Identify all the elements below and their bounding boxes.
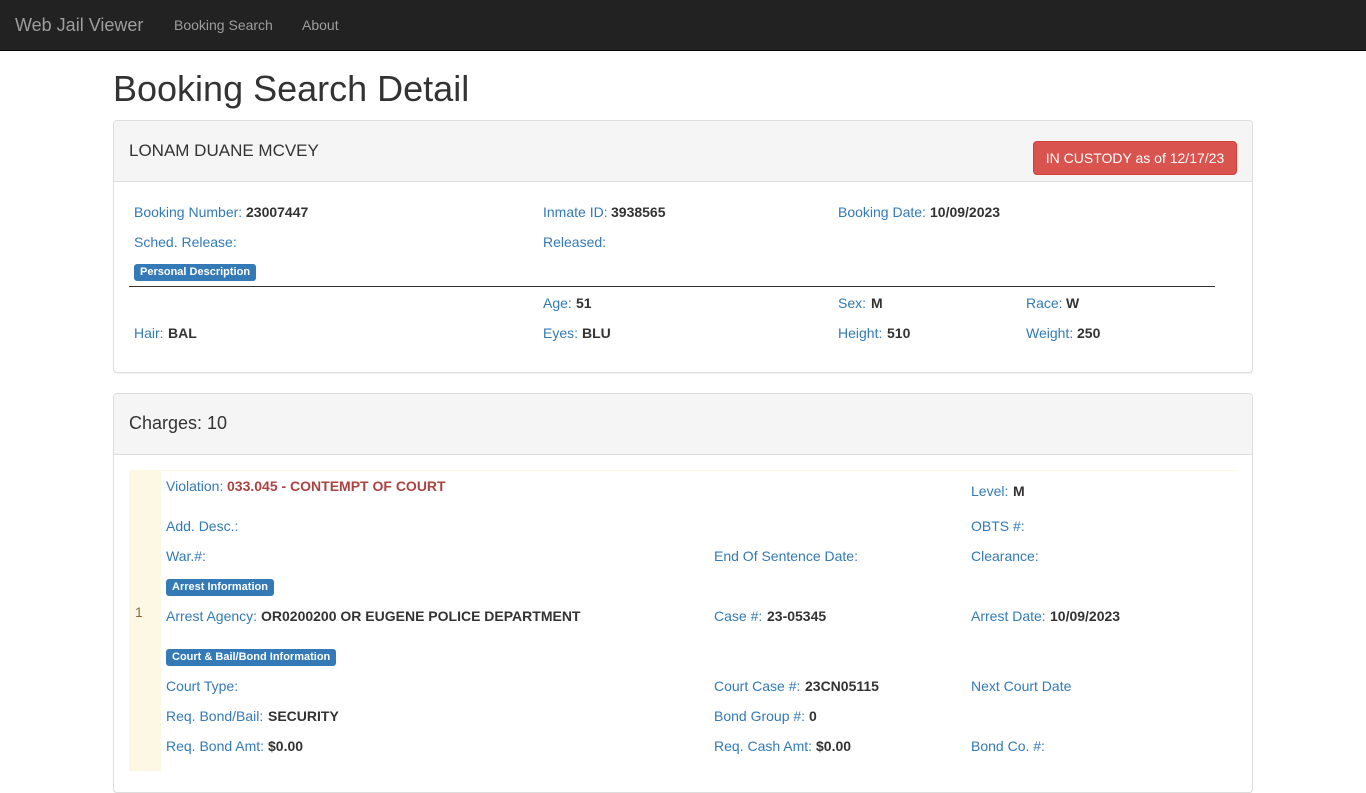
add-desc-label: Add. Desc.: (166, 518, 239, 534)
bond-co-label: Bond Co. #: (971, 738, 1045, 754)
court-bail-bond-badge: Court & Bail/Bond Information (166, 649, 337, 666)
court-case-label: Court Case #: (714, 678, 801, 694)
sched-release-label: Sched. Release: (134, 234, 237, 250)
sex-label: Sex: (838, 295, 867, 311)
inmate-id-label: Inmate ID: (543, 204, 608, 220)
end-of-sentence-label: End Of Sentence Date: (714, 548, 858, 564)
custody-status-button[interactable]: IN CUSTODY as of 12/17/23 (1033, 141, 1237, 175)
booking-date-value: 10/09/2023 (930, 204, 1001, 220)
navbar: Web Jail Viewer Booking Search About (0, 0, 1366, 51)
inmate-panel-heading: LONAM DUANE MCVEY IN CUSTODY as of 12/17… (114, 121, 1252, 182)
court-type-label: Court Type: (166, 678, 239, 694)
eyes-value: BLU (582, 325, 611, 341)
weight-value: 250 (1077, 325, 1101, 341)
charges-panel-heading: Charges: 10 (114, 394, 1252, 455)
req-cash-amt-label: Req. Cash Amt: (714, 738, 813, 754)
violation-value: 033.045 - CONTEMPT OF COURT (227, 478, 446, 494)
race-label: Race: (1026, 295, 1063, 311)
charges-count: Charges: 10 (129, 413, 228, 433)
race-value: W (1066, 295, 1080, 311)
nav-about[interactable]: About (302, 16, 339, 34)
charge-number: 1 (135, 604, 143, 620)
req-bond-bail-label: Req. Bond/Bail: (166, 708, 264, 724)
bond-group-label: Bond Group #: (714, 708, 806, 724)
charge-row: 1 Violation: 033.045 - CONTEMPT OF COURT… (129, 470, 1237, 771)
hair-label: Hair: (134, 325, 164, 341)
sex-value: M (871, 295, 883, 311)
inmate-id-value: 3938565 (611, 204, 666, 220)
hair-value: BAL (168, 325, 197, 341)
charge-number-cell: 1 (129, 471, 161, 771)
released-label: Released: (543, 234, 607, 250)
req-bond-bail-value: SECURITY (268, 708, 339, 724)
level-value: M (1013, 483, 1025, 499)
arrest-information-badge: Arrest Information (166, 579, 274, 596)
case-value: 23-05345 (767, 608, 827, 624)
nav-booking-search[interactable]: Booking Search (174, 16, 273, 34)
level-label: Level: (971, 483, 1009, 499)
age-value: 51 (576, 295, 592, 311)
bond-group-value: 0 (809, 708, 817, 724)
brand-link[interactable]: Web Jail Viewer (15, 14, 143, 36)
violation-label: Violation: (166, 478, 224, 494)
eyes-label: Eyes: (543, 325, 579, 341)
booking-number-label: Booking Number: (134, 204, 243, 220)
case-label: Case #: (714, 608, 763, 624)
obts-label: OBTS #: (971, 518, 1025, 534)
court-case-value: 23CN05115 (805, 678, 879, 694)
personal-description-badge: Personal Description (134, 264, 257, 281)
booking-number-value: 23007447 (246, 204, 309, 220)
height-value: 510 (887, 325, 911, 341)
req-bond-amt-value: $0.00 (268, 738, 304, 754)
clearance-label: Clearance: (971, 548, 1039, 564)
page-title: Booking Search Detail (113, 68, 470, 109)
req-cash-amt-value: $0.00 (816, 738, 852, 754)
weight-label: Weight: (1026, 325, 1074, 341)
arrest-agency-label: Arrest Agency: (166, 608, 258, 624)
arrest-agency-value: OR0200200 OR EUGENE POLICE DEPARTMENT (261, 608, 581, 624)
inmate-name: LONAM DUANE MCVEY (129, 141, 319, 160)
arrest-date-value: 10/09/2023 (1050, 608, 1121, 624)
next-court-date-label: Next Court Date (971, 678, 1072, 694)
age-label: Age: (543, 295, 572, 311)
divider (129, 286, 1215, 287)
charges-panel: Charges: 10 1 Violation: 033.045 - CONTE… (113, 393, 1253, 793)
booking-date-label: Booking Date: (838, 204, 926, 220)
height-label: Height: (838, 325, 883, 341)
arrest-date-label: Arrest Date: (971, 608, 1046, 624)
inmate-panel: LONAM DUANE MCVEY IN CUSTODY as of 12/17… (113, 120, 1253, 373)
warrant-label: War.#: (166, 548, 206, 564)
req-bond-amt-label: Req. Bond Amt: (166, 738, 265, 754)
